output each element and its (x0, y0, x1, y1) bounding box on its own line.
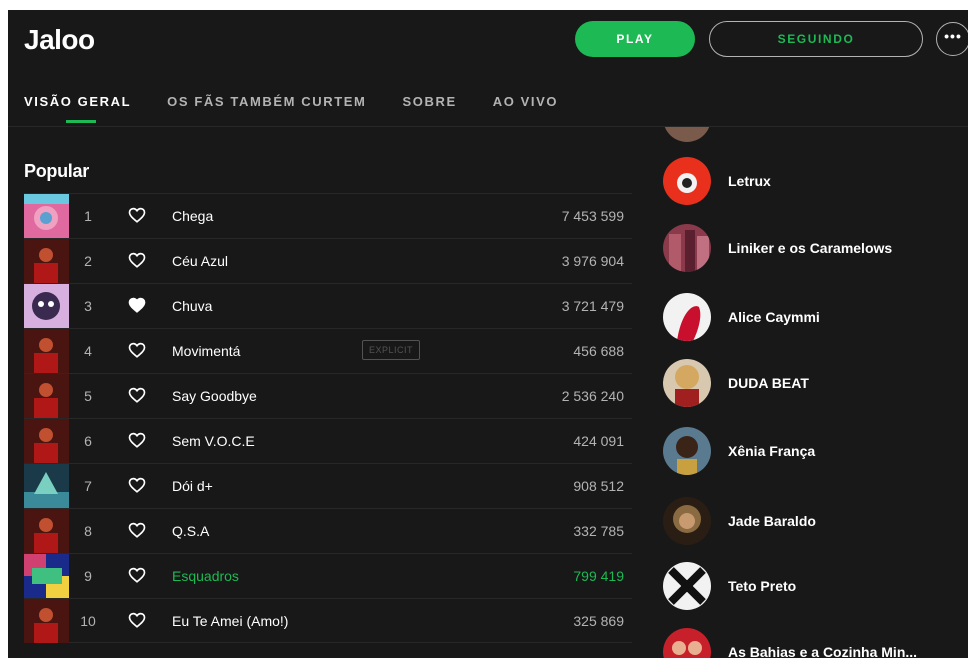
tab-live[interactable]: AO VIVO (493, 94, 558, 109)
artist-avatar (663, 359, 711, 407)
album-cover (24, 194, 69, 238)
popular-track-list: 1 Chega 7 453 599 2 Céu Azul 3 976 904 3… (24, 193, 632, 643)
related-artist-xenia-franca[interactable]: Xênia França (663, 427, 963, 477)
heart-outline-icon[interactable] (128, 341, 146, 359)
related-artist-jade-baraldo[interactable]: Jade Baraldo (663, 497, 963, 547)
album-cover (24, 329, 69, 373)
artist-avatar (663, 628, 711, 658)
related-artist-as-bahias[interactable]: As Bahias e a Cozinha Min... (663, 628, 963, 658)
track-row[interactable]: 4 Movimentá EXPLICIT 456 688 (24, 328, 632, 373)
play-count: 325 869 (573, 612, 624, 629)
artist-avatar (663, 427, 711, 475)
artist-avatar (663, 497, 711, 545)
related-artist-alice-caymmi[interactable]: Alice Caymmi (663, 293, 963, 343)
related-artist-name: As Bahias e a Cozinha Min... (728, 644, 918, 658)
play-count: 424 091 (573, 433, 624, 449)
follow-button[interactable]: SEGUINDO (709, 21, 923, 57)
track-number: 6 (84, 433, 92, 449)
track-row[interactable]: 8 Q.S.A 332 785 (24, 508, 632, 553)
artist-avatar (663, 224, 711, 272)
album-cover (24, 554, 69, 598)
artist-header: Jaloo PLAY SEGUINDO ••• VISÃO GERAL OS F… (8, 10, 968, 127)
track-number: 2 (84, 253, 92, 269)
track-title[interactable]: Sem V.O.C.E (172, 433, 255, 449)
play-count: 799 419 (573, 568, 624, 584)
artist-avatar (663, 562, 711, 610)
artist-page: Letrux Liniker e os Caramelows Alice Cay… (8, 10, 968, 658)
related-artist-name: Jade Baraldo (728, 513, 816, 529)
heart-filled-icon[interactable] (128, 296, 146, 314)
artist-avatar (663, 293, 711, 341)
related-artist-liniker[interactable]: Liniker e os Caramelows (663, 224, 963, 274)
track-row[interactable]: 5 Say Goodbye 2 536 240 (24, 373, 632, 418)
track-row[interactable]: 7 Dói d+ 908 512 (24, 463, 632, 508)
heart-outline-icon[interactable] (128, 251, 146, 269)
album-cover (24, 599, 69, 643)
heart-outline-icon[interactable] (128, 431, 146, 449)
related-artist-duda-beat[interactable]: DUDA BEAT (663, 359, 963, 409)
related-artist-name: Teto Preto (728, 578, 797, 594)
album-cover (24, 239, 69, 283)
artist-tabs: VISÃO GERAL OS FÃS TAMBÉM CURTEM SOBRE A… (24, 94, 594, 123)
artist-title: Jaloo (24, 24, 95, 55)
play-button[interactable]: PLAY (575, 21, 695, 57)
related-artist-letrux[interactable]: Letrux (663, 157, 963, 207)
track-title[interactable]: Eu Te Amei (Amo!) (172, 613, 288, 629)
track-number: 3 (84, 298, 92, 314)
play-count: 332 785 (573, 523, 624, 539)
artist-avatar (663, 157, 711, 205)
track-row[interactable]: 10 Eu Te Amei (Amo!) 325 869 (24, 598, 632, 643)
track-row-playing[interactable]: 9 Esquadros 799 419 (24, 553, 632, 598)
related-artist-teto-preto[interactable]: Teto Preto (663, 562, 963, 612)
track-number: 5 (84, 388, 92, 404)
track-row[interactable]: 6 Sem V.O.C.E 424 091 (24, 418, 632, 463)
track-row[interactable]: 1 Chega 7 453 599 (24, 193, 632, 238)
heart-outline-icon[interactable] (128, 566, 146, 584)
play-count: 3 721 479 (561, 298, 624, 314)
explicit-badge: EXPLICIT (362, 340, 421, 360)
tab-overview[interactable]: VISÃO GERAL (24, 94, 131, 123)
track-number: 4 (84, 343, 92, 359)
track-title[interactable]: Esquadros (172, 568, 239, 584)
track-title[interactable]: Chega (172, 208, 213, 224)
more-icon: ••• (944, 28, 962, 44)
play-count: 3 976 904 (561, 253, 624, 269)
tab-about[interactable]: SOBRE (402, 94, 456, 109)
album-cover (24, 374, 69, 418)
related-artist-name: Letrux (728, 173, 771, 189)
track-row[interactable]: 2 Céu Azul 3 976 904 (24, 238, 632, 283)
album-cover (24, 509, 69, 553)
track-title[interactable]: Q.S.A (172, 523, 209, 539)
play-count: 456 688 (573, 343, 624, 359)
album-cover (24, 419, 69, 463)
play-count: 7 453 599 (561, 208, 624, 224)
track-number: 1 (84, 208, 92, 224)
tab-fans-also-like[interactable]: OS FÃS TAMBÉM CURTEM (167, 94, 366, 109)
section-title-popular: Popular (24, 161, 89, 181)
more-options-button[interactable]: ••• (936, 22, 968, 56)
track-row[interactable]: 3 Chuva 3 721 479 (24, 283, 632, 328)
play-count: 2 536 240 (561, 388, 624, 404)
heart-outline-icon[interactable] (128, 611, 146, 629)
heart-outline-icon[interactable] (128, 476, 146, 494)
heart-outline-icon[interactable] (128, 386, 146, 404)
track-number: 7 (84, 478, 92, 494)
related-artist-name: Liniker e os Caramelows (728, 240, 893, 256)
track-title[interactable]: Chuva (172, 298, 212, 314)
play-count: 908 512 (573, 478, 624, 494)
track-title[interactable]: Céu Azul (172, 253, 228, 269)
track-title[interactable]: Movimentá (172, 343, 240, 359)
album-cover (24, 464, 69, 508)
track-title[interactable]: Say Goodbye (172, 388, 257, 404)
related-artist-name: DUDA BEAT (728, 375, 809, 391)
album-cover (24, 284, 69, 328)
track-number: 9 (84, 568, 92, 584)
track-number: 10 (80, 612, 96, 629)
heart-outline-icon[interactable] (128, 521, 146, 539)
track-number: 8 (84, 523, 92, 539)
related-artist-name: Alice Caymmi (728, 309, 820, 325)
track-title[interactable]: Dói d+ (172, 478, 213, 494)
related-artist-name: Xênia França (728, 443, 816, 459)
heart-outline-icon[interactable] (128, 206, 146, 224)
